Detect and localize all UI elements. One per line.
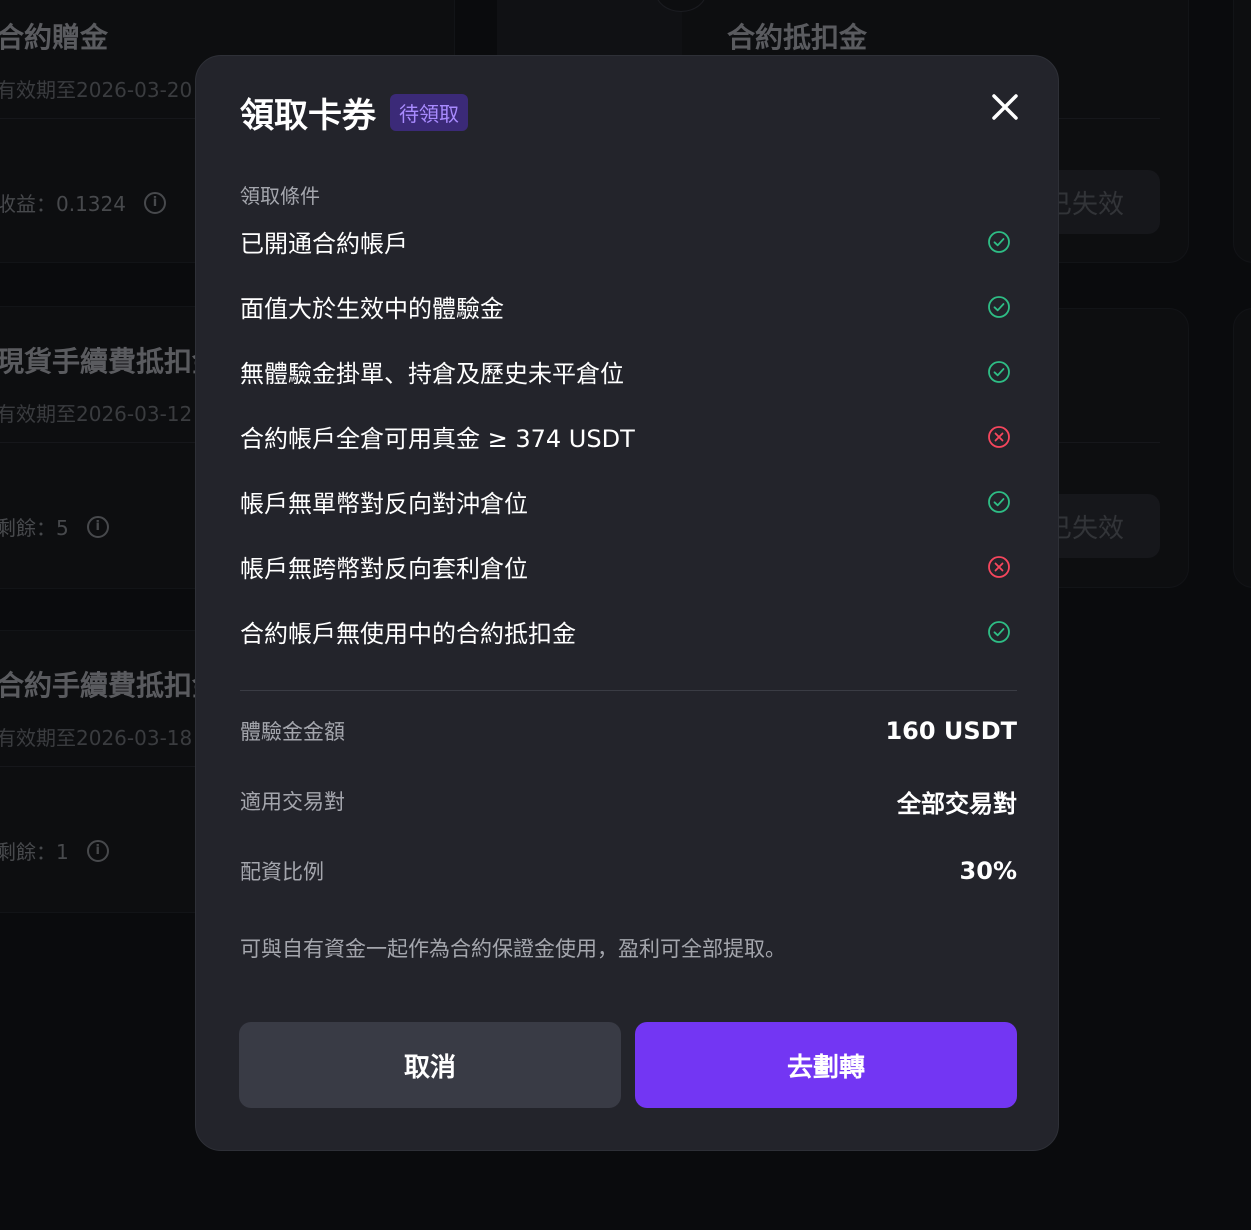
divider xyxy=(240,690,1017,691)
condition-text: 合約帳戶全倉可用真金 ≥ 374 USDT xyxy=(240,425,635,453)
condition-text: 無體驗金掛單、持倉及歷史未平倉位 xyxy=(240,360,624,388)
check-circle-icon xyxy=(988,230,1010,253)
check-circle-icon xyxy=(988,490,1010,513)
condition-row: 無體驗金掛單、持倉及歷史未平倉位 xyxy=(240,339,1017,404)
status-badge: 待領取 xyxy=(390,94,468,131)
condition-row: 面值大於生效中的體驗金 xyxy=(240,274,1017,339)
check-circle-icon xyxy=(988,360,1010,383)
condition-row: 帳戶無單幣對反向對沖倉位 xyxy=(240,469,1017,534)
condition-text: 已開通合約帳戶 xyxy=(240,230,408,258)
condition-text: 合約帳戶無使用中的合約抵扣金 xyxy=(240,620,576,648)
claim-coupon-modal: 領取卡券 待領取 領取條件 已開通合約帳戶 面值大於生效中的體驗金 無體驗金掛單… xyxy=(195,55,1059,1151)
conditions-label: 領取條件 xyxy=(240,184,320,208)
details-list: 體驗金金額 160 USDT 適用交易對 全部交易對 配資比例 30% xyxy=(240,696,1017,906)
condition-text: 帳戶無單幣對反向對沖倉位 xyxy=(240,490,528,518)
condition-row: 合約帳戶無使用中的合約抵扣金 xyxy=(240,599,1017,664)
detail-key: 體驗金金額 xyxy=(240,720,345,744)
detail-value: 30% xyxy=(959,857,1017,885)
detail-key: 適用交易對 xyxy=(240,790,345,814)
condition-text: 帳戶無跨幣對反向套利倉位 xyxy=(240,555,528,583)
cancel-button[interactable]: 取消 xyxy=(239,1022,621,1108)
detail-row: 體驗金金額 160 USDT xyxy=(240,696,1017,766)
x-circle-icon xyxy=(988,425,1010,448)
condition-row: 已開通合約帳戶 xyxy=(240,209,1017,274)
detail-value: 全部交易對 xyxy=(897,789,1017,818)
detail-row: 適用交易對 全部交易對 xyxy=(240,766,1017,836)
detail-row: 配資比例 30% xyxy=(240,836,1017,906)
check-circle-icon xyxy=(988,295,1010,318)
close-icon[interactable] xyxy=(988,90,1022,124)
usage-note: 可與自有資金一起作為合約保證金使用，盈利可全部提取。 xyxy=(240,937,786,961)
modal-title: 領取卡券 xyxy=(240,96,376,136)
modal-header: 領取卡券 待領取 xyxy=(240,88,468,137)
condition-text: 面值大於生效中的體驗金 xyxy=(240,295,504,323)
condition-row: 帳戶無跨幣對反向套利倉位 xyxy=(240,534,1017,599)
conditions-list: 已開通合約帳戶 面值大於生效中的體驗金 無體驗金掛單、持倉及歷史未平倉位 合約帳… xyxy=(240,209,1017,664)
check-circle-icon xyxy=(988,620,1010,643)
detail-value: 160 USDT xyxy=(885,717,1017,745)
condition-row: 合約帳戶全倉可用真金 ≥ 374 USDT xyxy=(240,404,1017,469)
x-circle-icon xyxy=(988,555,1010,578)
transfer-button[interactable]: 去劃轉 xyxy=(635,1022,1017,1108)
detail-key: 配資比例 xyxy=(240,860,324,884)
